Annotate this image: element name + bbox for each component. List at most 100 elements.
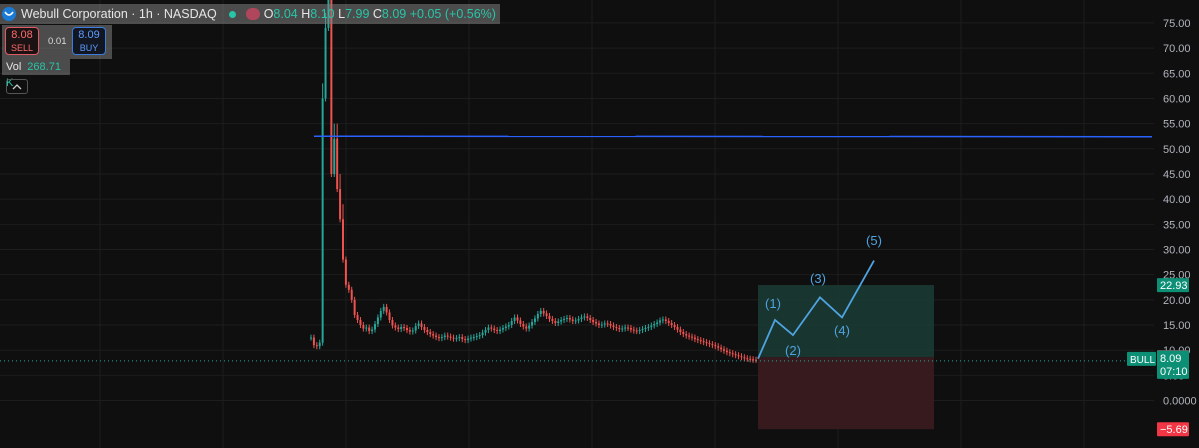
candle	[603, 323, 606, 325]
candle	[691, 336, 694, 338]
buy-price: 8.09	[78, 29, 100, 41]
candle	[507, 325, 510, 327]
candle	[533, 318, 536, 323]
candle	[310, 337, 312, 339]
candle	[344, 259, 347, 285]
candle	[513, 317, 516, 321]
symbol-header[interactable]: Webull Corporation · 1h · NASDAQ O8.04 H…	[0, 4, 500, 24]
candle	[656, 322, 659, 325]
wave-label: (2)	[785, 343, 801, 358]
candle	[359, 319, 362, 326]
sell-button[interactable]: 8.08 SELL	[5, 27, 39, 55]
stop-zone[interactable]	[758, 357, 934, 430]
price-tick-label: 30.00	[1163, 245, 1191, 257]
current-price-value: 8.09	[1160, 353, 1181, 365]
candle	[711, 344, 714, 346]
alert-toggle-icon[interactable]	[245, 8, 260, 20]
candle	[467, 338, 470, 341]
buy-button[interactable]: 8.09 BUY	[72, 27, 106, 55]
candle	[571, 319, 574, 321]
price-chart[interactable]: (1) (2) (3) (4) (5) 75.00 70.00 65.00 60.00 55.0…	[0, 0, 1199, 448]
candle	[405, 328, 408, 331]
candle	[432, 334, 435, 336]
candle	[437, 337, 440, 339]
candle	[525, 326, 528, 329]
price-tick-label: 15.00	[1163, 320, 1191, 332]
candle	[388, 312, 391, 320]
candle	[650, 325, 653, 328]
candle	[554, 320, 557, 324]
price-tick-label: 60.00	[1163, 93, 1191, 105]
sell-label: SELL	[10, 43, 34, 53]
candle	[455, 338, 458, 340]
candle	[667, 320, 670, 324]
candle	[737, 355, 740, 357]
candle	[475, 336, 478, 338]
candle	[600, 324, 603, 326]
candle	[586, 316, 589, 318]
wave-label: (1)	[765, 296, 781, 311]
candle	[653, 324, 656, 326]
candle	[693, 337, 696, 340]
candle	[568, 317, 571, 320]
candle	[685, 334, 688, 336]
candle	[321, 98, 324, 343]
price-tick-label: 70.00	[1163, 43, 1191, 55]
price-axis[interactable]: 75.00 70.00 65.00 60.00 55.00 50.00 45.00 40.00…	[1163, 18, 1197, 408]
trade-panel: 8.08 SELL 0.01 8.09 BUY	[2, 25, 112, 59]
candle	[560, 319, 563, 322]
candle	[376, 317, 379, 325]
candle	[545, 313, 548, 316]
candle	[353, 299, 356, 315]
candle	[720, 347, 723, 350]
candle	[519, 320, 522, 325]
candle	[615, 327, 618, 329]
candle	[682, 332, 685, 335]
candle	[365, 327, 368, 329]
symbol-title: Webull Corporation · 1h · NASDAQ	[21, 7, 217, 21]
candle	[580, 317, 583, 319]
resistance-line[interactable]	[313, 135, 1153, 138]
candle	[510, 320, 513, 326]
candle	[403, 327, 406, 329]
candle	[542, 310, 545, 314]
candle	[627, 327, 630, 329]
candle	[551, 318, 554, 321]
candle	[743, 357, 746, 359]
candle	[490, 327, 493, 329]
candle	[493, 328, 496, 331]
candle	[341, 219, 344, 260]
candle	[420, 323, 423, 328]
candle	[435, 335, 438, 338]
candle	[461, 337, 464, 340]
candle	[539, 310, 542, 314]
candle	[350, 289, 353, 300]
candle	[595, 322, 598, 324]
candle	[423, 327, 426, 331]
candle	[382, 306, 385, 311]
volume-legend: Vol 268.71 K	[2, 59, 70, 89]
candle	[592, 319, 595, 323]
collapse-legend-button[interactable]	[6, 79, 28, 94]
candle	[501, 328, 504, 330]
candle	[464, 339, 467, 341]
candle	[411, 330, 414, 332]
candle	[408, 330, 411, 332]
candle	[644, 328, 647, 330]
candle	[673, 325, 676, 328]
candle	[563, 318, 566, 320]
wave-label: (4)	[834, 323, 850, 338]
candle	[746, 358, 749, 360]
candle	[548, 315, 551, 319]
candle	[339, 189, 342, 220]
candle	[324, 27, 327, 99]
candle	[417, 323, 420, 327]
price-tick-label: 40.00	[1163, 194, 1191, 206]
candle	[312, 337, 315, 346]
candle	[688, 335, 691, 337]
candle	[723, 349, 726, 351]
candle	[583, 316, 586, 318]
candle	[661, 319, 664, 321]
candle	[647, 327, 650, 329]
candle	[679, 329, 682, 333]
